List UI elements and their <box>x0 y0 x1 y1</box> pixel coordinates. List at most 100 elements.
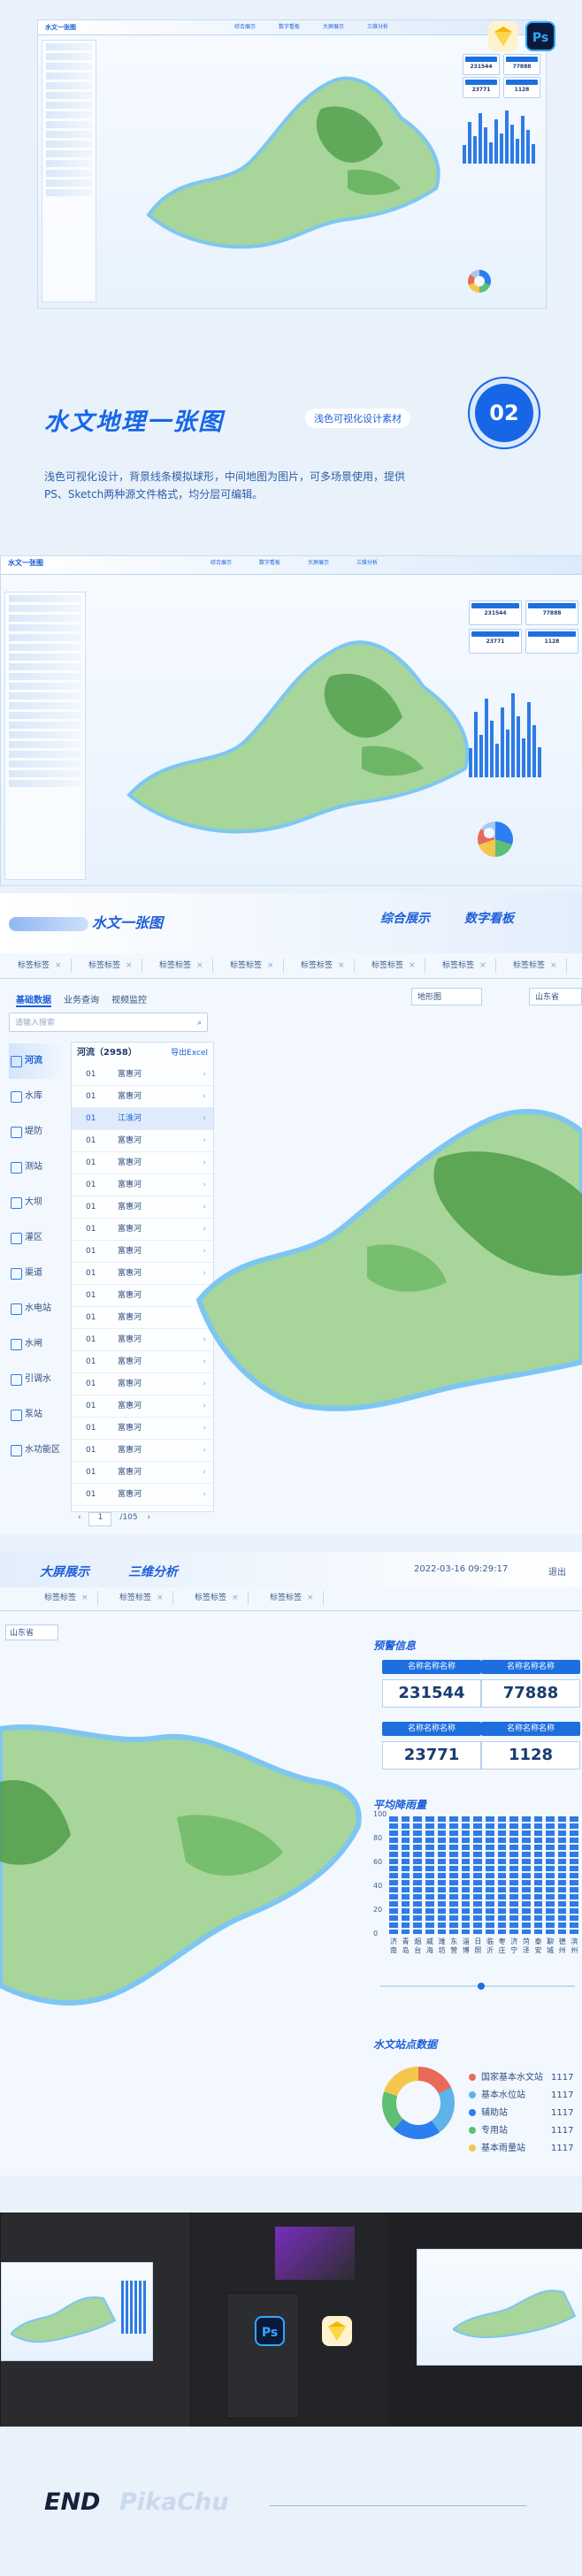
x-tick-label: 济宁 <box>510 1938 518 1954</box>
tab-7[interactable]: 标签标签 × <box>433 959 496 973</box>
category-water-transfer[interactable]: 引调水 <box>9 1362 66 1397</box>
category-sluice[interactable]: 水闸 <box>9 1326 66 1362</box>
search-input[interactable]: 请输入搜索 ⌕ <box>9 1013 208 1032</box>
category-canal[interactable]: 渠道 <box>9 1256 66 1291</box>
close-icon[interactable]: × <box>196 961 203 970</box>
rain-bar <box>425 1816 434 1934</box>
nav-dashboard[interactable]: 数字看板 <box>464 909 514 927</box>
rain-bar <box>449 1816 458 1934</box>
preview-stat-1: 231544 <box>463 54 500 75</box>
subtab-business-query[interactable]: 业务查询 <box>64 992 99 1005</box>
category-reservoir[interactable]: 水库 <box>9 1079 66 1114</box>
category-station[interactable]: 测站 <box>9 1150 66 1185</box>
preview2-left-panel <box>4 592 86 880</box>
rain-bar <box>413 1816 422 1934</box>
warning-stat-1: 名称名称名称 231544 <box>382 1660 481 1711</box>
close-icon[interactable]: × <box>81 1594 88 1602</box>
legend-item: 基本水位站 1117 <box>469 2087 573 2105</box>
section-description: 浅色可视化设计，背景线条模拟球形，中间地图为图片，可多场景使用，提供PS、Ske… <box>44 470 406 501</box>
subtab-basic-data[interactable]: 基础数据 <box>16 992 51 1007</box>
y-tick-label: 60 <box>373 1858 383 1866</box>
chevron-right-icon: › <box>203 1446 206 1455</box>
next-page-icon[interactable]: › <box>147 1513 150 1522</box>
tab-3[interactable]: 标签标签 × <box>150 959 213 973</box>
zoom1-tab-bar: 标签标签 × 标签标签 × 标签标签 × 标签标签 × 标签标签 × 标签标签 × 标签标签… <box>0 953 582 979</box>
close-icon[interactable]: × <box>126 961 133 970</box>
x-tick-label: 日照 <box>474 1938 482 1954</box>
tab-10[interactable]: 标签标签 × <box>111 1591 173 1605</box>
x-tick-label: 滨州 <box>571 1938 578 1954</box>
tab-12[interactable]: 标签标签 × <box>261 1591 324 1605</box>
tab-9[interactable]: 标签标签 × <box>35 1591 98 1605</box>
preview-nav-2: 数字看板 <box>278 24 300 30</box>
category-pump[interactable]: 泵站 <box>9 1397 66 1433</box>
preview-donut <box>468 270 491 293</box>
zoom2-region-select[interactable]: 山东省 <box>5 1624 58 1640</box>
pager: ‹ 1 /105 › <box>78 1512 150 1526</box>
list-item[interactable]: 01 富惠河 › <box>72 1484 213 1506</box>
legend-label: 专用站 <box>481 2126 508 2136</box>
region-select[interactable]: 山东省 <box>529 988 582 1005</box>
preview-terrain-map <box>146 76 440 249</box>
rain-bar <box>473 1816 482 1934</box>
close-icon[interactable]: × <box>479 961 486 970</box>
export-excel-button[interactable]: 导出Excel <box>171 1043 208 1064</box>
tab-2[interactable]: 标签标签 × <box>80 959 142 973</box>
preview-nav-3: 大屏展示 <box>322 24 344 30</box>
close-icon[interactable]: × <box>267 961 274 970</box>
search-icon[interactable]: ⌕ <box>197 1013 202 1033</box>
rain-bar <box>401 1816 410 1934</box>
legend-value: 1117 <box>551 2091 574 2100</box>
list-item-code: 01 <box>86 1136 96 1145</box>
list-item-name: 富惠河 <box>118 1291 142 1300</box>
list-item-name: 富惠河 <box>118 1092 142 1101</box>
list-item-name: 富惠河 <box>118 1446 142 1455</box>
warning-panel-title: 预警信息 <box>373 1640 417 1652</box>
rain-bar <box>437 1816 447 1934</box>
preview-dashboard-2: 水文一张图 综合展示 数字看板 大屏展示 三维分析 231544 77888 2… <box>0 555 582 886</box>
rain-bar <box>497 1816 507 1934</box>
tab-4[interactable]: 标签标签 × <box>221 959 284 973</box>
x-tick-label: 潍坊 <box>438 1938 446 1954</box>
list-item-code: 01 <box>86 1490 96 1499</box>
list-item[interactable]: 01 富惠河 › <box>72 1462 213 1484</box>
list-item-code: 01 <box>86 1402 96 1410</box>
tab-8[interactable]: 标签标签 × <box>504 959 567 973</box>
close-icon[interactable]: × <box>232 1594 239 1602</box>
chart-scrollbar[interactable] <box>380 1983 575 1990</box>
x-tick-label: 德州 <box>558 1938 566 1954</box>
section-number: 02 <box>475 384 533 442</box>
tab-11[interactable]: 标签标签 × <box>186 1591 249 1605</box>
legend-dot <box>469 2091 476 2098</box>
page-input[interactable]: 1 <box>88 1512 112 1526</box>
list-item-code: 01 <box>86 1291 96 1300</box>
list-item-code: 01 <box>86 1114 96 1123</box>
map-type-select[interactable]: 地形图 <box>411 988 482 1005</box>
nav-3d-analysis[interactable]: 三维分析 <box>128 1563 178 1580</box>
nav-big-screen[interactable]: 大屏展示 <box>40 1563 89 1580</box>
rain-bar <box>461 1816 471 1934</box>
close-icon[interactable]: × <box>338 961 345 970</box>
category-river[interactable]: 河流 <box>9 1043 66 1079</box>
category-dike[interactable]: 堤防 <box>9 1114 66 1150</box>
tab-1[interactable]: 标签标签 × <box>9 959 72 973</box>
close-icon[interactable]: × <box>157 1594 164 1602</box>
logout-button[interactable]: 退出 <box>548 1564 566 1578</box>
tab-5[interactable]: 标签标签 × <box>292 959 355 973</box>
category-hydropower[interactable]: 水电站 <box>9 1291 66 1326</box>
sketch-icon <box>488 21 518 51</box>
category-dam[interactable]: 大坝 <box>9 1185 66 1220</box>
x-tick-label: 烟台 <box>414 1938 422 1954</box>
category-water-function[interactable]: 水功能区 <box>9 1433 66 1468</box>
prev-page-icon[interactable]: ‹ <box>78 1513 81 1522</box>
subtab-video-monitor[interactable]: 视频监控 <box>111 992 147 1005</box>
tab-6[interactable]: 标签标签 × <box>363 959 425 973</box>
close-icon[interactable]: × <box>409 961 416 970</box>
close-icon[interactable]: × <box>55 961 62 970</box>
legend-value: 1117 <box>551 2073 574 2083</box>
list-item[interactable]: 01 富惠河 › <box>72 1440 213 1462</box>
category-irrigation[interactable]: 灌区 <box>9 1220 66 1256</box>
close-icon[interactable]: × <box>307 1594 314 1602</box>
nav-overview[interactable]: 综合展示 <box>380 909 430 927</box>
close-icon[interactable]: × <box>550 961 557 970</box>
